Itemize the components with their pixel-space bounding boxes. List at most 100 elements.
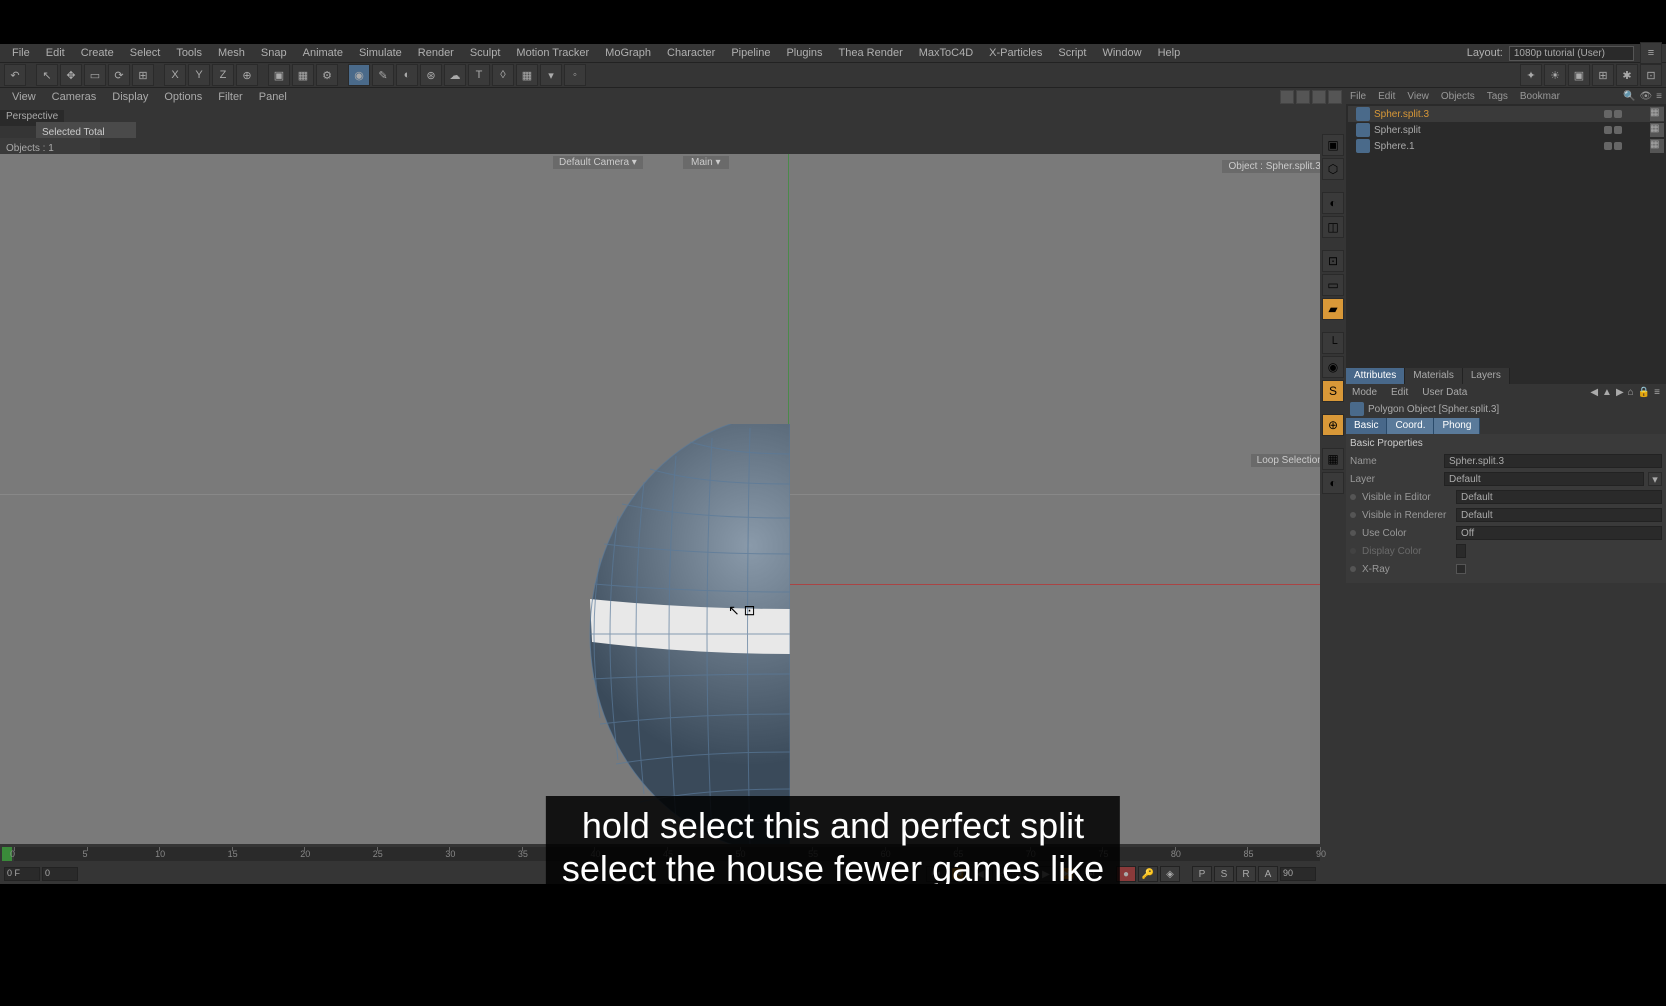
vp-nav1-icon[interactable] [1280, 90, 1294, 104]
om-menu-objects[interactable]: Objects [1441, 91, 1475, 102]
grid-icon[interactable]: ▦ [516, 64, 538, 86]
workplane-icon[interactable]: ◫ [1322, 216, 1344, 238]
coord-sys-icon[interactable]: ⊕ [236, 64, 258, 86]
tool5-icon[interactable]: ✱ [1616, 64, 1638, 86]
vp-menu-display[interactable]: Display [104, 89, 156, 105]
last-tool-icon[interactable]: ⊞ [132, 64, 154, 86]
object-row[interactable]: Spher.split▦ [1348, 122, 1664, 138]
menu-pipeline[interactable]: Pipeline [723, 45, 778, 61]
vis-toggle-icon[interactable] [1604, 110, 1612, 118]
y-axis-icon[interactable]: Y [188, 64, 210, 86]
menu-character[interactable]: Character [659, 45, 723, 61]
om-menu-file[interactable]: File [1350, 91, 1366, 102]
tool6-icon[interactable]: ⊡ [1640, 64, 1662, 86]
menu-thea-render[interactable]: Thea Render [831, 45, 911, 61]
vp-menu-view[interactable]: View [4, 89, 44, 105]
menu-script[interactable]: Script [1050, 45, 1094, 61]
autokey-icon[interactable]: 🔑 [1138, 866, 1158, 882]
vp-menu-panel[interactable]: Panel [251, 89, 295, 105]
attr-menu-icon[interactable]: ≡ [1654, 387, 1660, 398]
key-scale-icon[interactable]: S [1214, 866, 1234, 882]
name-field[interactable]: Spher.split.3 [1444, 454, 1662, 468]
attr-fwd-icon[interactable]: ▶ [1616, 387, 1624, 398]
menu-maxtoc4d[interactable]: MaxToC4D [911, 45, 981, 61]
om-menu-bookmar[interactable]: Bookmar [1520, 91, 1560, 102]
menu-simulate[interactable]: Simulate [351, 45, 410, 61]
render-region-icon[interactable]: ▦ [292, 64, 314, 86]
object-row[interactable]: Sphere.1▦ [1348, 138, 1664, 154]
vp-menu-cameras[interactable]: Cameras [44, 89, 105, 105]
om-menu-view[interactable]: View [1407, 91, 1429, 102]
key-all-icon[interactable]: ◈ [1160, 866, 1180, 882]
tool1-icon[interactable]: ✦ [1520, 64, 1542, 86]
tab-attributes[interactable]: Attributes [1346, 368, 1405, 384]
vis-editor-field[interactable]: Default [1456, 490, 1662, 504]
subtab-phong[interactable]: Phong [1434, 418, 1480, 434]
menu-create[interactable]: Create [73, 45, 122, 61]
menu-sculpt[interactable]: Sculpt [462, 45, 509, 61]
vis-render-toggle-icon[interactable] [1614, 110, 1622, 118]
undo-icon[interactable]: ↶ [4, 64, 26, 86]
point-mode-icon[interactable]: ⊡ [1322, 250, 1344, 272]
vis-toggle-icon[interactable] [1604, 126, 1612, 134]
key-rot-icon[interactable]: R [1236, 866, 1256, 882]
vp-nav3-icon[interactable] [1312, 90, 1326, 104]
menu-file[interactable]: File [4, 45, 38, 61]
tab-materials[interactable]: Materials [1405, 368, 1463, 384]
subtab-basic[interactable]: Basic [1346, 418, 1387, 434]
scale-tool-icon[interactable]: ▭ [84, 64, 106, 86]
camera-icon[interactable]: T [468, 64, 490, 86]
tool3-icon[interactable]: ▣ [1568, 64, 1590, 86]
menu-window[interactable]: Window [1094, 45, 1149, 61]
axis-icon[interactable]: └ [1322, 332, 1344, 354]
end-frame-field[interactable]: 90 [1280, 867, 1316, 881]
vis-renderer-field[interactable]: Default [1456, 508, 1662, 522]
light-icon[interactable]: ◊ [492, 64, 514, 86]
attr-up-icon[interactable]: ▲ [1602, 387, 1612, 398]
object-row[interactable]: Spher.split.3▦ [1348, 106, 1664, 122]
attr-home-icon[interactable]: ⌂ [1628, 387, 1634, 398]
vp-menu-options[interactable]: Options [156, 89, 210, 105]
move-tool-icon[interactable]: ✥ [60, 64, 82, 86]
menu-snap[interactable]: Snap [253, 45, 295, 61]
primitive-icon[interactable]: ◉ [348, 64, 370, 86]
attr-menu-mode[interactable]: Mode [1352, 387, 1377, 398]
environment-icon[interactable]: ☁ [444, 64, 466, 86]
tag-icon[interactable]: ▾ [540, 64, 562, 86]
generator-icon[interactable]: ◐ [396, 64, 418, 86]
vp-menu-filter[interactable]: Filter [210, 89, 250, 105]
key-param-icon[interactable]: A [1258, 866, 1278, 882]
misc-icon[interactable]: ◦ [564, 64, 586, 86]
tool2-icon[interactable]: ☀ [1544, 64, 1566, 86]
layout-menu-icon[interactable]: ≡ [1640, 42, 1662, 64]
attr-menu-edit[interactable]: Edit [1391, 387, 1408, 398]
phong-tag-icon[interactable]: ▦ [1650, 123, 1664, 137]
tweak-icon[interactable]: S [1322, 380, 1344, 402]
attr-lock-icon[interactable]: 🔒 [1638, 387, 1650, 398]
subtab-coord[interactable]: Coord. [1387, 418, 1434, 434]
vis-render-toggle-icon[interactable] [1614, 126, 1622, 134]
vp-nav2-icon[interactable] [1296, 90, 1310, 104]
phong-tag-icon[interactable]: ▦ [1650, 139, 1664, 153]
om-eye-icon[interactable]: 👁 [1639, 91, 1652, 102]
vis-render-toggle-icon[interactable] [1614, 142, 1622, 150]
edge-mode-icon[interactable]: ▭ [1322, 274, 1344, 296]
menu-edit[interactable]: Edit [38, 45, 73, 61]
menu-help[interactable]: Help [1150, 45, 1189, 61]
polygon-mode-icon[interactable]: ▰ [1322, 298, 1344, 320]
om-menu-icon[interactable]: ≡ [1656, 91, 1662, 102]
menu-mograph[interactable]: MoGraph [597, 45, 659, 61]
current-frame-field[interactable]: 0 [42, 867, 78, 881]
use-color-field[interactable]: Off [1456, 526, 1662, 540]
attr-back-icon[interactable]: ◀ [1590, 387, 1598, 398]
attr-menu-user-data[interactable]: User Data [1422, 387, 1467, 398]
phong-tag-icon[interactable]: ▦ [1650, 107, 1664, 121]
x-axis-icon[interactable]: X [164, 64, 186, 86]
om-menu-tags[interactable]: Tags [1487, 91, 1508, 102]
spline-icon[interactable]: ✎ [372, 64, 394, 86]
menu-mesh[interactable]: Mesh [210, 45, 253, 61]
om-search-icon[interactable]: 🔍 [1623, 91, 1635, 102]
select-tool-icon[interactable]: ↖ [36, 64, 58, 86]
deformer-icon[interactable]: ⊛ [420, 64, 442, 86]
vp-nav4-icon[interactable] [1328, 90, 1342, 104]
